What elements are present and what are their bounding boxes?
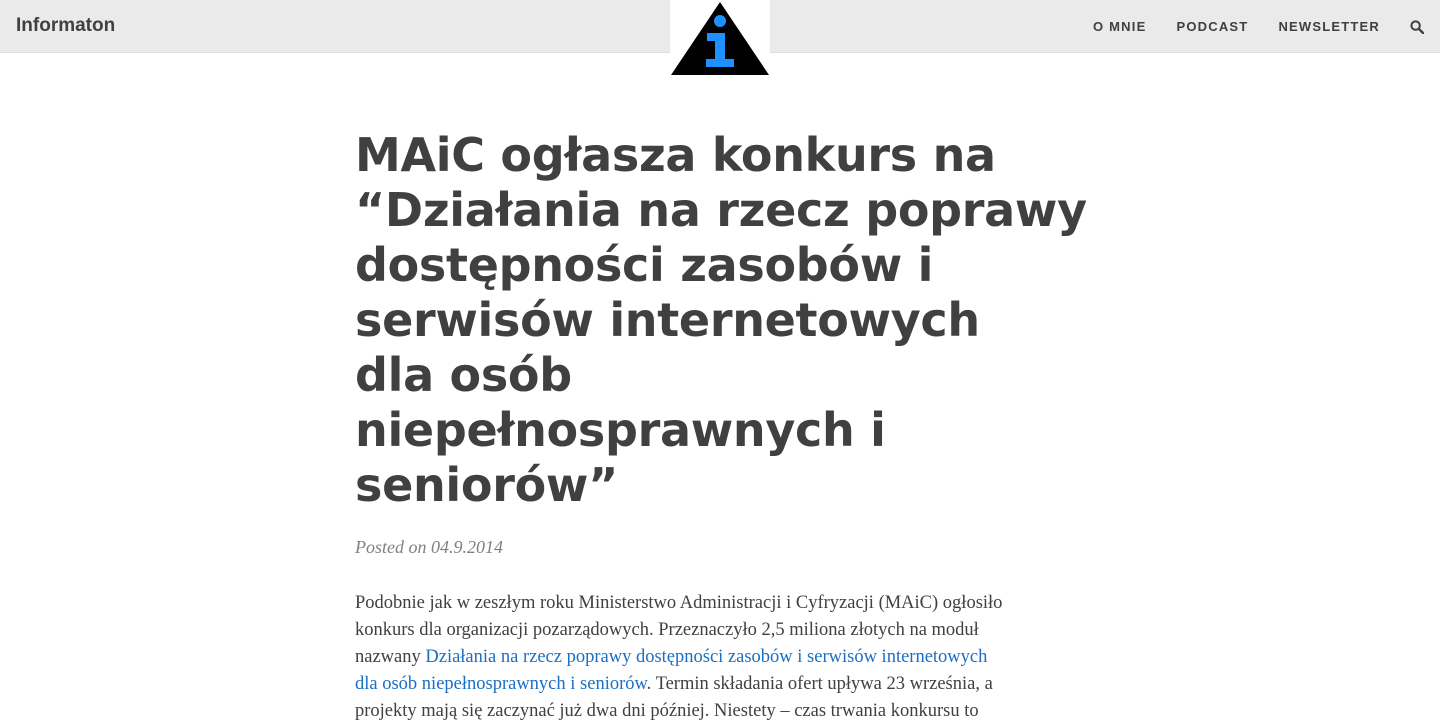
- nav-item-newsletter[interactable]: NEWSLETTER: [1278, 19, 1380, 34]
- search-icon[interactable]: [1410, 19, 1424, 34]
- brand-link[interactable]: Informaton: [16, 15, 115, 37]
- body-text: konkurs dla organizacji pozarządowych. P…: [355, 620, 979, 640]
- info-triangle-logo[interactable]: [670, 0, 770, 76]
- post-title-line: MAiC ogłasza konkurs na: [355, 128, 996, 182]
- post-title-line: seniorów”: [355, 458, 619, 512]
- article: MAiC ogłasza konkurs na “Działania na rz…: [355, 128, 1095, 725]
- post-date: 04.9.2014: [431, 537, 503, 557]
- post-title-line: dla osób: [355, 348, 572, 402]
- post-title: MAiC ogłasza konkurs na “Działania na rz…: [355, 128, 1095, 513]
- post-meta: Posted on 04.9.2014: [355, 537, 1095, 558]
- competition-link-text[interactable]: dla osób niepełnosprawnych i seniorów: [355, 674, 647, 694]
- posted-on-label: Posted on: [355, 537, 427, 557]
- body-text: . Termin składania ofert upływa 23 wrześ…: [646, 674, 993, 694]
- post-title-line: dostępności zasobów i: [355, 238, 934, 292]
- post-title-line: niepełnosprawnych i: [355, 403, 886, 457]
- competition-link-text[interactable]: Działania na rzecz poprawy dostępności z…: [425, 647, 987, 667]
- nav-item-o-mnie[interactable]: O MNIE: [1093, 19, 1146, 34]
- body-text: nazwany: [355, 647, 426, 667]
- body-text: Podobnie jak w zeszłym roku Ministerstwo…: [355, 593, 1003, 613]
- nav-item-podcast[interactable]: PODCAST: [1176, 19, 1248, 34]
- post-title-line: serwisów internetowych: [355, 293, 980, 347]
- post-title-line: “Działania na rzecz poprawy: [355, 183, 1087, 237]
- nav-menu: O MNIE PODCAST NEWSLETTER: [1093, 0, 1440, 53]
- body-text: projekty mają się zaczynać już dwa dni p…: [355, 701, 979, 721]
- post-body: Podobnie jak w zeszłym roku Ministerstwo…: [355, 590, 1075, 725]
